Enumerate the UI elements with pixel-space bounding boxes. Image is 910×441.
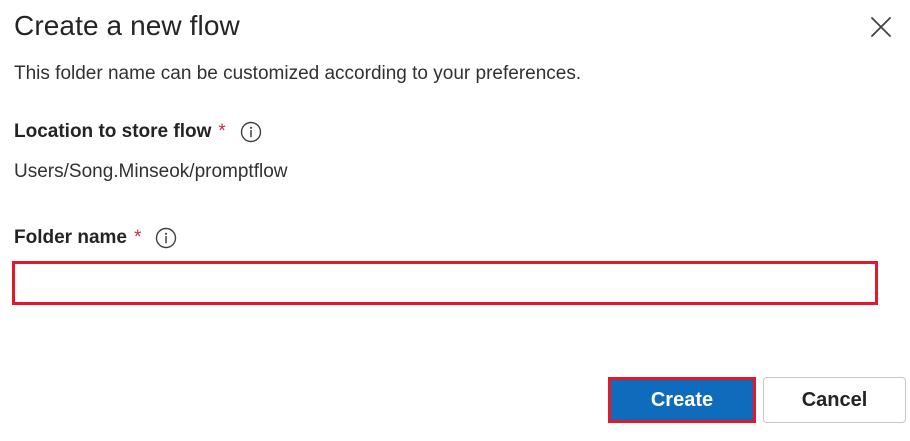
folder-name-input[interactable] [12,261,878,305]
cancel-button-label: Cancel [801,388,868,411]
required-asterisk: * [218,121,226,142]
location-label-row: Location to store flow * [14,121,262,143]
folder-name-label: Folder name [14,227,127,248]
dialog-title: Create a new flow [14,10,240,41]
create-button-label: Create [614,383,750,417]
required-asterisk: * [133,227,142,248]
info-icon[interactable] [240,121,262,143]
create-flow-dialog: Create a new flow This folder name can b… [0,0,910,441]
folder-label-row: Folder name * [14,227,177,249]
location-label: Location to store flow [14,121,212,142]
close-button[interactable] [866,14,896,44]
location-value: Users/Song.Minseok/promptflow [14,161,288,182]
create-button[interactable]: Create [608,377,756,423]
close-icon [870,16,892,43]
cancel-button[interactable]: Cancel [763,377,906,423]
dialog-subtitle: This folder name can be customized accor… [14,63,582,84]
info-icon[interactable] [155,227,177,249]
